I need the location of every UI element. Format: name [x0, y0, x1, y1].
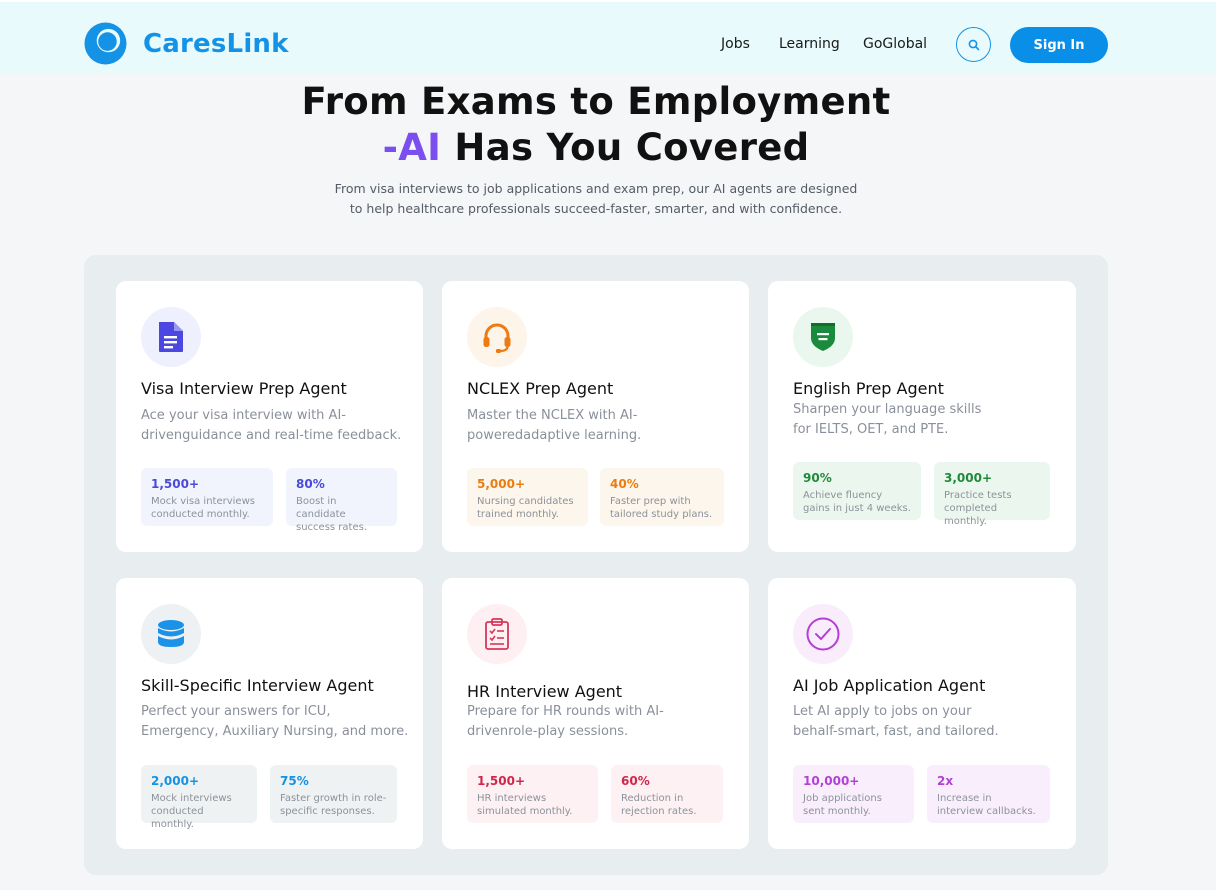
hero-title-line2: -AI Has You Covered [0, 126, 1192, 169]
card-title: Visa Interview Prep Agent [141, 379, 347, 398]
card-icon-wrap [793, 307, 853, 367]
stat-value: 10,000+ [803, 774, 860, 788]
card-desc-line: poweredadaptive learning. [467, 428, 642, 443]
clipboard-icon [485, 618, 509, 650]
agent-card-hr[interactable]: HR Interview Agent Prepare for HR rounds… [442, 578, 749, 849]
agent-card-nclex[interactable]: NCLEX Prep Agent Master the NCLEX with A… [442, 281, 749, 552]
hero-title-rest: Has You Covered [441, 126, 810, 169]
logo-mark-icon [84, 22, 127, 65]
card-title: English Prep Agent [793, 379, 944, 398]
search-button[interactable] [956, 27, 991, 62]
stat-label: Reduction in rejection rates. [621, 793, 697, 817]
card-desc-line: behalf-smart, fast, and tailored. [793, 724, 999, 739]
stat-value: 90% [803, 471, 832, 485]
stat-value: 1,500+ [151, 477, 200, 491]
stat-box: 2x Increase in interview callbacks. [927, 765, 1050, 823]
card-desc-line: Ace your visa interview with AI- [141, 408, 346, 423]
card-description: Prepare for HR rounds with AI- drivenrol… [467, 702, 664, 742]
card-desc-line: drivenrole-play sessions. [467, 724, 629, 739]
card-description: Master the NCLEX with AI- poweredadaptiv… [467, 406, 641, 446]
stat-label: Job applications sent monthly. [803, 793, 882, 817]
hero-subtitle: From visa interviews to job applications… [300, 179, 892, 219]
card-desc-line: Emergency, Auxiliary Nursing, and more. [141, 724, 409, 739]
stat-value: 3,000+ [944, 471, 993, 485]
hero-subtitle-line1: From visa interviews to job applications… [334, 181, 858, 196]
stat-value: 2x [937, 774, 954, 788]
card-icon-wrap [467, 307, 527, 367]
shield-badge-icon [811, 323, 835, 351]
brand-name: CaresLink [143, 28, 289, 59]
stat-box: 80% Boost in candidate success rates. [286, 468, 397, 533]
card-desc-line: Perfect your answers for ICU, [141, 704, 331, 719]
stat-box: 1,500+ Mock visa interviews conducted mon… [141, 468, 273, 526]
brand-logo[interactable]: CaresLink [84, 22, 289, 65]
card-desc-line: Sharpen your language skills [793, 402, 982, 417]
stat-label: Boost in candidate success rates. [296, 496, 367, 533]
stat-value: 75% [280, 774, 309, 788]
database-icon [158, 620, 184, 647]
stat-box: 10,000+ Job applications sent monthly. [793, 765, 914, 823]
stat-label: Nursing candidates trained monthly. [477, 496, 574, 520]
stat-box: 75% Faster growth in role-specific respo… [270, 765, 397, 823]
nav-learning[interactable]: Learning [779, 36, 840, 52]
document-icon [159, 322, 183, 352]
card-title: Skill-Specific Interview Agent [141, 676, 374, 695]
card-title: NCLEX Prep Agent [467, 379, 614, 398]
stat-value: 80% [296, 477, 325, 491]
stat-value: 2,000+ [151, 774, 200, 788]
stat-box: 3,000+ Practice tests completed monthly. [934, 462, 1050, 527]
stat-label: Practice tests completed monthly. [944, 490, 1012, 527]
card-desc-line: for IELTS, OET, and PTE. [793, 422, 949, 437]
stat-box: 1,500+ HR interviews simulated monthly. [467, 765, 598, 823]
search-icon [968, 39, 979, 50]
card-icon-wrap [141, 307, 201, 367]
stat-box: 5,000+ Nursing candidates trained monthly… [467, 468, 588, 526]
stat-label: HR interviews simulated monthly. [477, 793, 573, 817]
sign-in-button[interactable]: Sign In [1010, 27, 1108, 63]
stat-label: Faster prep with tailored study plans. [610, 496, 713, 520]
agent-card-job-application[interactable]: AI Job Application Agent Let AI apply to… [768, 578, 1076, 849]
agent-card-visa[interactable]: Visa Interview Prep Agent Ace your visa … [116, 281, 423, 552]
agent-card-english[interactable]: English Prep Agent Sharpen your language… [768, 281, 1076, 552]
stat-label: Faster growth in role-specific responses… [280, 793, 387, 817]
stat-box: 2,000+ Mock interviews conducted monthly. [141, 765, 257, 830]
agent-card-skill-specific[interactable]: Skill-Specific Interview Agent Perfect y… [116, 578, 423, 849]
card-icon-wrap [141, 604, 201, 664]
hero-subtitle-line2: to help healthcare professionals succeed… [349, 201, 843, 216]
hero-title-accent: -AI [382, 126, 442, 169]
stat-box: 60% Reduction in rejection rates. [611, 765, 723, 823]
stat-label: Increase in interview callbacks. [937, 793, 1036, 817]
headset-icon [483, 323, 511, 353]
stat-value: 60% [621, 774, 650, 788]
card-description: Sharpen your language skills for IELTS, … [793, 400, 981, 440]
stat-value: 40% [610, 477, 639, 491]
top-navbar: CaresLink Jobs Learning GoGlobal Sign In [0, 0, 1216, 74]
card-desc-line: Master the NCLEX with AI- [467, 408, 638, 423]
stat-label: Mock visa interviews conducted monthly. [151, 496, 255, 520]
card-description: Let AI apply to jobs on your behalf-smar… [793, 702, 999, 742]
check-circle-icon [806, 617, 840, 651]
nav-jobs[interactable]: Jobs [721, 36, 750, 52]
card-desc-line: Let AI apply to jobs on your [793, 704, 972, 719]
stat-value: 1,500+ [477, 774, 526, 788]
stat-box: 40% Faster prep with tailored study plans… [600, 468, 724, 526]
card-icon-wrap [467, 604, 527, 664]
card-desc-line: Prepare for HR rounds with AI- [467, 704, 664, 719]
card-title: HR Interview Agent [467, 682, 623, 701]
stat-label: Mock interviews conducted monthly. [151, 793, 232, 830]
card-description: Perfect your answers for ICU, Emergency,… [141, 702, 408, 742]
hero-title-line1: From Exams to Employment [301, 80, 891, 123]
nav-goglobal[interactable]: GoGlobal [863, 36, 927, 52]
card-icon-wrap [793, 604, 853, 664]
stat-label: Achieve fluency gains in just 4 weeks. [803, 490, 911, 514]
stat-box: 90% Achieve fluency gains in just 4 weeks… [793, 462, 921, 520]
stat-value: 5,000+ [477, 477, 526, 491]
card-desc-line: drivenguidance and real-time feedback. [141, 428, 402, 443]
card-title: AI Job Application Agent [793, 676, 986, 695]
card-description: Ace your visa interview with AI- driveng… [141, 406, 401, 446]
